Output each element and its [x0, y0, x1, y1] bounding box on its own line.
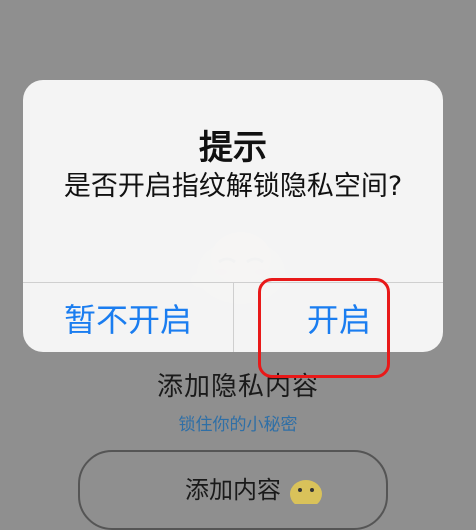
privacy-section-subtitle: 锁住你的小秘密 — [178, 415, 298, 435]
highlight-annotation — [258, 278, 390, 378]
dialog-message: 是否开启指纹解锁隐私空间? — [63, 171, 403, 202]
cancel-button[interactable]: 暂不开启 — [23, 283, 233, 352]
dialog-title: 提示 — [199, 128, 267, 168]
chick-icon — [290, 480, 322, 504]
privacy-section-title: 添加隐私内容 — [156, 372, 319, 402]
add-content-button[interactable]: 添加内容 — [78, 450, 388, 530]
add-content-label: 添加内容 — [185, 476, 281, 504]
